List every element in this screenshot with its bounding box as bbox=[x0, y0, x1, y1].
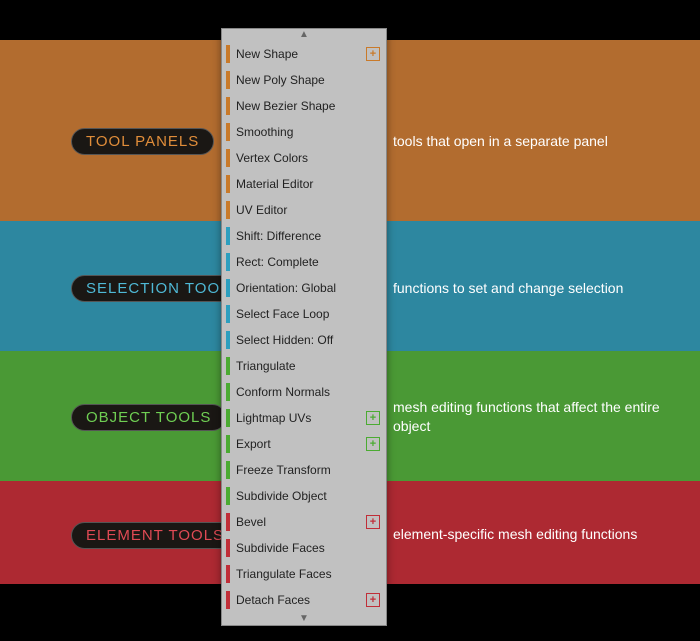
tool-row[interactable]: Detach Faces + bbox=[222, 587, 386, 613]
tool-row[interactable]: Select Hidden: Off bbox=[222, 327, 386, 353]
tool-row[interactable]: New Poly Shape bbox=[222, 67, 386, 93]
category-stripe-icon bbox=[226, 253, 230, 271]
tool-label: Rect: Complete bbox=[236, 255, 380, 269]
tool-row[interactable]: Export + bbox=[222, 431, 386, 457]
category-stripe-icon bbox=[226, 331, 230, 349]
category-stripe-icon bbox=[226, 591, 230, 609]
tool-label: Smoothing bbox=[236, 125, 380, 139]
expand-button[interactable]: + bbox=[366, 515, 380, 529]
tool-label: UV Editor bbox=[236, 203, 380, 217]
expand-button[interactable]: + bbox=[366, 47, 380, 61]
tool-label: Export bbox=[236, 437, 362, 451]
category-pill-orange: TOOL PANELS bbox=[71, 128, 214, 155]
category-desc-red: element-specific mesh editing functions bbox=[393, 525, 690, 544]
category-pill-green: OBJECT TOOLS bbox=[71, 404, 226, 431]
tool-label: Subdivide Faces bbox=[236, 541, 380, 555]
tool-row[interactable]: Conform Normals bbox=[222, 379, 386, 405]
scroll-down-arrow[interactable]: ▼ bbox=[222, 613, 386, 625]
tool-row[interactable]: New Bezier Shape bbox=[222, 93, 386, 119]
category-stripe-icon bbox=[226, 409, 230, 427]
scroll-up-arrow[interactable]: ▲ bbox=[222, 29, 386, 41]
category-stripe-icon bbox=[226, 71, 230, 89]
tool-label: Orientation: Global bbox=[236, 281, 380, 295]
tool-row[interactable]: Triangulate Faces bbox=[222, 561, 386, 587]
expand-button[interactable]: + bbox=[366, 437, 380, 451]
category-desc-orange: tools that open in a separate panel bbox=[393, 132, 690, 151]
category-stripe-icon bbox=[226, 305, 230, 323]
category-stripe-icon bbox=[226, 565, 230, 583]
tool-label: Material Editor bbox=[236, 177, 380, 191]
tool-label: New Poly Shape bbox=[236, 73, 380, 87]
category-stripe-icon bbox=[226, 45, 230, 63]
category-stripe-icon bbox=[226, 227, 230, 245]
category-stripe-icon bbox=[226, 357, 230, 375]
tool-label: Freeze Transform bbox=[236, 463, 380, 477]
tool-label: Conform Normals bbox=[236, 385, 380, 399]
expand-button[interactable]: + bbox=[366, 411, 380, 425]
category-desc-green: mesh editing functions that affect the e… bbox=[393, 398, 690, 436]
tool-row[interactable]: Smoothing bbox=[222, 119, 386, 145]
category-stripe-icon bbox=[226, 149, 230, 167]
tool-label: Select Face Loop bbox=[236, 307, 380, 321]
tool-row[interactable]: Rect: Complete bbox=[222, 249, 386, 275]
category-stripe-icon bbox=[226, 461, 230, 479]
category-stripe-icon bbox=[226, 279, 230, 297]
tool-row[interactable]: Orientation: Global bbox=[222, 275, 386, 301]
tool-row[interactable]: Subdivide Faces bbox=[222, 535, 386, 561]
tool-row[interactable]: Bevel + bbox=[222, 509, 386, 535]
tool-label: Vertex Colors bbox=[236, 151, 380, 165]
tool-row[interactable]: UV Editor bbox=[222, 197, 386, 223]
category-stripe-icon bbox=[226, 97, 230, 115]
tool-panel: ▲ New Shape + New Poly Shape New Bezier Sha… bbox=[221, 28, 387, 626]
tool-row[interactable]: Freeze Transform bbox=[222, 457, 386, 483]
tool-label: Triangulate bbox=[236, 359, 380, 373]
tool-label: Detach Faces bbox=[236, 593, 362, 607]
category-stripe-icon bbox=[226, 435, 230, 453]
category-stripe-icon bbox=[226, 487, 230, 505]
tool-label: Shift: Difference bbox=[236, 229, 380, 243]
category-stripe-icon bbox=[226, 383, 230, 401]
tool-label: New Shape bbox=[236, 47, 362, 61]
tool-row[interactable]: New Shape + bbox=[222, 41, 386, 67]
category-stripe-icon bbox=[226, 539, 230, 557]
tool-row[interactable]: Shift: Difference bbox=[222, 223, 386, 249]
category-stripe-icon bbox=[226, 513, 230, 531]
tool-row[interactable]: Select Face Loop bbox=[222, 301, 386, 327]
tool-row[interactable]: Subdivide Object bbox=[222, 483, 386, 509]
category-stripe-icon bbox=[226, 175, 230, 193]
category-stripe-icon bbox=[226, 123, 230, 141]
expand-button[interactable]: + bbox=[366, 593, 380, 607]
tool-label: Triangulate Faces bbox=[236, 567, 380, 581]
category-desc-blue: functions to set and change selection bbox=[393, 279, 690, 298]
tool-label: Bevel bbox=[236, 515, 362, 529]
category-stripe-icon bbox=[226, 201, 230, 219]
tool-label: Lightmap UVs bbox=[236, 411, 362, 425]
tool-row[interactable]: Lightmap UVs + bbox=[222, 405, 386, 431]
tool-row[interactable]: Material Editor bbox=[222, 171, 386, 197]
tool-label: Select Hidden: Off bbox=[236, 333, 380, 347]
tool-row[interactable]: Triangulate bbox=[222, 353, 386, 379]
tool-label: Subdivide Object bbox=[236, 489, 380, 503]
category-pill-red: ELEMENT TOOLS bbox=[71, 522, 239, 549]
tool-label: New Bezier Shape bbox=[236, 99, 380, 113]
tool-row[interactable]: Vertex Colors bbox=[222, 145, 386, 171]
